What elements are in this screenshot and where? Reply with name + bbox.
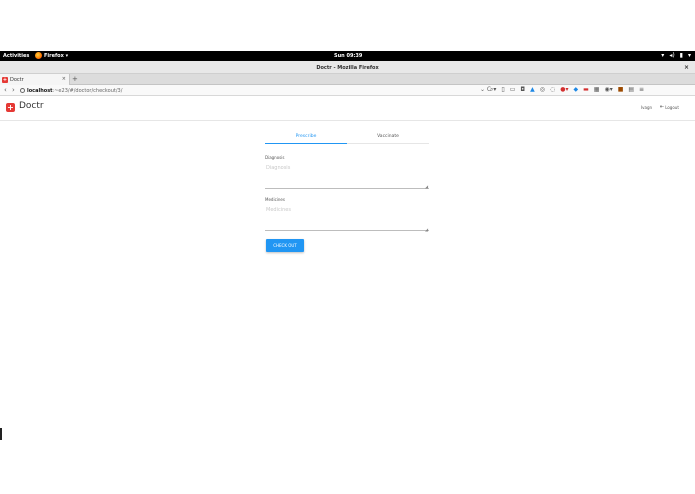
power-menu-icon: ▾ (687, 52, 691, 59)
medicines-input[interactable] (265, 206, 429, 231)
extension-shield-icon[interactable]: ◆ (573, 86, 578, 94)
logout-label: Logout (665, 104, 679, 110)
volume-icon: ◂) (669, 52, 675, 59)
activities-button[interactable]: Activities (3, 53, 29, 59)
tab-prescribe[interactable]: Prescribe (265, 134, 347, 139)
checkout-tabs: Prescribe Vaccinate (265, 132, 429, 144)
logout-button[interactable]: ⇤ Logout (660, 104, 679, 110)
user-name[interactable]: Ivagn (641, 105, 652, 110)
browser-toolbar: ⌕▾ ▯ ▭ ◘ ▲ ◎ ◌ ●▾ ◆ ▬ ▦ ◉▾ ■ ▤ ≡ (490, 86, 644, 94)
extension-triangle-icon[interactable]: ▲ (530, 86, 535, 94)
back-button[interactable]: ‹ (4, 86, 7, 94)
app-menu[interactable]: Firefox ▾ (35, 52, 68, 59)
url-host: localhost (27, 87, 53, 94)
extension-badge-icon[interactable]: ▬ (583, 86, 589, 94)
site-info-icon[interactable] (20, 88, 25, 93)
diagnosis-input[interactable] (265, 164, 429, 189)
new-tab-button[interactable]: + (72, 75, 78, 83)
pocket-icon[interactable]: ◘ (520, 86, 525, 94)
doctr-favicon-icon: + (2, 76, 8, 83)
doctr-logo-icon[interactable]: + (6, 103, 15, 112)
browser-tab-strip: + Doctr × + (0, 74, 695, 85)
app-header: + Doctr Ivagn ⇤ Logout (0, 97, 695, 121)
window-title-bar: Doctr - Mozilla Firefox × (0, 61, 695, 74)
library-icon[interactable]: ▯ (501, 86, 504, 94)
hamburger-menu-icon[interactable]: ≡ (639, 86, 644, 94)
extension-cookie-icon[interactable]: ◉▾ (604, 86, 612, 94)
resize-grip-icon[interactable]: ◢ (425, 184, 428, 189)
medicines-label: Medicines (265, 197, 285, 202)
window-title: Doctr - Mozilla Firefox (316, 65, 379, 71)
search-icon[interactable]: ⌕▾ (490, 86, 496, 94)
extension-grid-icon[interactable]: ▦ (594, 86, 600, 94)
tab-vaccinate[interactable]: Vaccinate (347, 134, 429, 139)
chat-icon[interactable]: ◌ (550, 86, 555, 94)
resize-grip-icon[interactable]: ◢ (425, 227, 428, 232)
browser-nav-bar: ‹ › localhost:~e23/#/doctor/checkout/3/ … (0, 85, 695, 96)
wifi-icon: ▾ (661, 52, 665, 59)
checkout-button[interactable]: CHECK OUT (266, 239, 304, 252)
github-icon[interactable]: ◎ (540, 86, 545, 94)
text-cursor (0, 428, 2, 440)
forward-button[interactable]: › (12, 86, 15, 94)
extension-square-icon[interactable]: ■ (618, 86, 624, 94)
url-path: :~e23/#/doctor/checkout/3/ (52, 87, 123, 94)
logout-icon: ⇤ (660, 104, 665, 110)
clock[interactable]: Sun 09:39 (334, 53, 362, 59)
window-close-button[interactable]: × (684, 64, 689, 71)
app-menu-label: Firefox ▾ (44, 52, 69, 59)
firefox-logo-icon (35, 52, 42, 59)
tab-close-icon[interactable]: × (62, 76, 66, 82)
url-bar[interactable]: localhost:~e23/#/doctor/checkout/3/ (20, 86, 485, 95)
system-top-bar: Activities Firefox ▾ Sun 09:39 ▾ ◂) ▮ ▾ (0, 51, 695, 61)
brand-name[interactable]: Doctr (19, 101, 44, 111)
diagnosis-label: Diagnosis (265, 155, 285, 160)
battery-icon: ▮ (679, 52, 683, 59)
sidebar-icon[interactable]: ▤ (628, 86, 634, 94)
active-tab-indicator (265, 143, 347, 144)
browser-tab-label: Doctr (10, 76, 24, 83)
url-text: localhost:~e23/#/doctor/checkout/3/ (27, 88, 122, 94)
adblock-icon[interactable]: ●▾ (560, 86, 568, 94)
system-tray[interactable]: ▾ ◂) ▮ ▾ (661, 52, 691, 59)
reader-view-icon[interactable]: ▭ (510, 86, 516, 94)
browser-tab[interactable]: + Doctr × (0, 74, 70, 85)
